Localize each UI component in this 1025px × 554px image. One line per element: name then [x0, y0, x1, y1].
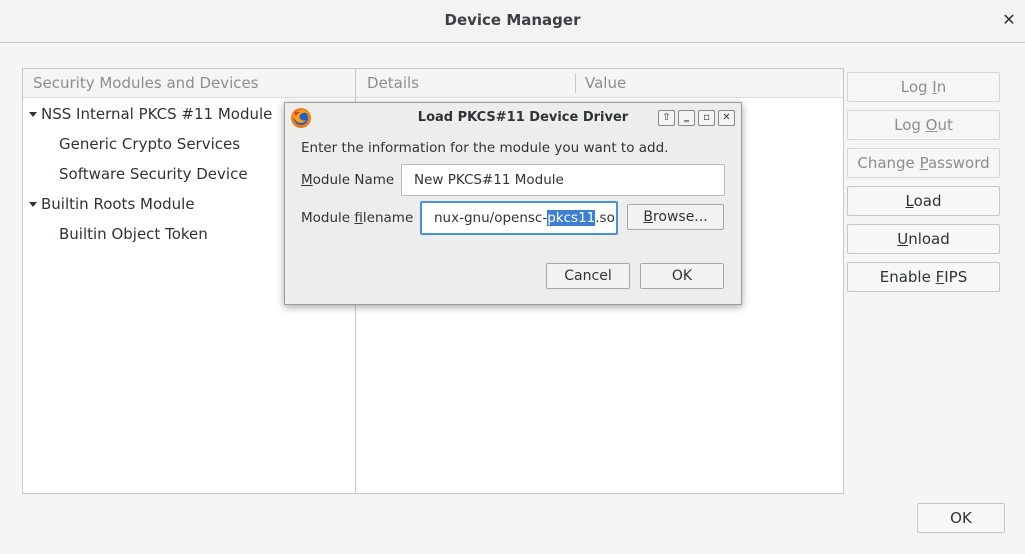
dialog-window-buttons: ⇧ ‗ ▫ ✕: [658, 110, 735, 126]
expand-triangle-icon[interactable]: [29, 202, 37, 207]
load-button[interactable]: Load: [847, 186, 1000, 216]
tree-item-label: NSS Internal PKCS #11 Module: [41, 105, 273, 123]
maximize-icon[interactable]: ▫: [698, 110, 715, 126]
button-mnemonic: L: [905, 192, 914, 210]
button-label: IPS: [944, 268, 968, 286]
label-mnemonic: f: [354, 210, 363, 226]
minimize-icon[interactable]: ‗: [678, 110, 695, 126]
button-label: assword: [927, 154, 990, 172]
filename-text: .so: [595, 210, 615, 226]
filename-selected-text: pkcs11: [547, 210, 596, 226]
module-name-label: Module Name: [301, 172, 394, 188]
module-name-input[interactable]: New PKCS#11 Module: [401, 164, 725, 196]
ok-button[interactable]: OK: [917, 503, 1005, 533]
button-mnemonic: B: [643, 209, 653, 225]
module-filename-label: Module filename: [301, 210, 413, 226]
dialog-titlebar[interactable]: Load PKCS#11 Device Driver ⇧ ‗ ▫ ✕: [285, 103, 741, 133]
value-column-header[interactable]: Value: [585, 69, 626, 97]
login-button[interactable]: Log In: [847, 72, 1000, 102]
button-mnemonic: P: [919, 154, 928, 172]
button-mnemonic: F: [935, 268, 945, 286]
label-text: Module: [301, 210, 355, 226]
dialog-ok-button[interactable]: OK: [640, 263, 724, 289]
button-label: Enable: [879, 268, 936, 286]
button-mnemonic: O: [925, 116, 938, 134]
browse-button[interactable]: Browse...: [627, 204, 724, 230]
label-mnemonic: M: [301, 172, 313, 188]
filename-text: nux-gnu/opensc-: [434, 210, 548, 226]
button-label: oad: [913, 192, 942, 210]
label-text: ilename: [362, 210, 414, 226]
button-label: Change: [857, 154, 920, 172]
button-label: rowse...: [652, 209, 708, 225]
close-icon[interactable]: ✕: [999, 10, 1019, 30]
load-device-driver-dialog: Load PKCS#11 Device Driver ⇧ ‗ ▫ ✕ Enter…: [284, 102, 742, 305]
unload-button[interactable]: Unload: [847, 224, 1000, 254]
window-title: Device Manager: [444, 11, 581, 29]
details-column-header[interactable]: Details: [367, 69, 419, 97]
tree-item-label: Generic Crypto Services: [59, 135, 241, 153]
module-filename-input[interactable]: nux-gnu/opensc-pkcs11.so: [420, 201, 618, 235]
change-password-button[interactable]: Change Password: [847, 148, 1000, 178]
button-label: Log: [894, 116, 926, 134]
close-icon[interactable]: ✕: [718, 110, 735, 126]
button-label: nload: [908, 230, 950, 248]
tree-item-label: Software Security Device: [59, 165, 248, 183]
arrow-up-icon[interactable]: ⇧: [658, 110, 675, 126]
button-label: Log: [900, 78, 933, 96]
window-titlebar: Device Manager ✕: [0, 0, 1025, 43]
cancel-button[interactable]: Cancel: [546, 263, 630, 289]
enable-fips-button[interactable]: Enable FIPS: [847, 262, 1000, 292]
dialog-intro-text: Enter the information for the module you…: [301, 140, 669, 156]
details-header: Details Value: [356, 69, 843, 98]
tree-item-label: Builtin Object Token: [59, 225, 208, 243]
expand-triangle-icon[interactable]: [29, 112, 37, 117]
tree-item-label: Builtin Roots Module: [41, 195, 195, 213]
button-label: ut: [937, 116, 953, 134]
column-separator[interactable]: [575, 73, 576, 93]
label-text: odule Name: [312, 172, 395, 188]
button-label: n: [936, 78, 947, 96]
button-mnemonic: U: [897, 230, 909, 248]
logout-button[interactable]: Log Out: [847, 110, 1000, 140]
tree-column-header[interactable]: Security Modules and Devices: [23, 69, 356, 98]
